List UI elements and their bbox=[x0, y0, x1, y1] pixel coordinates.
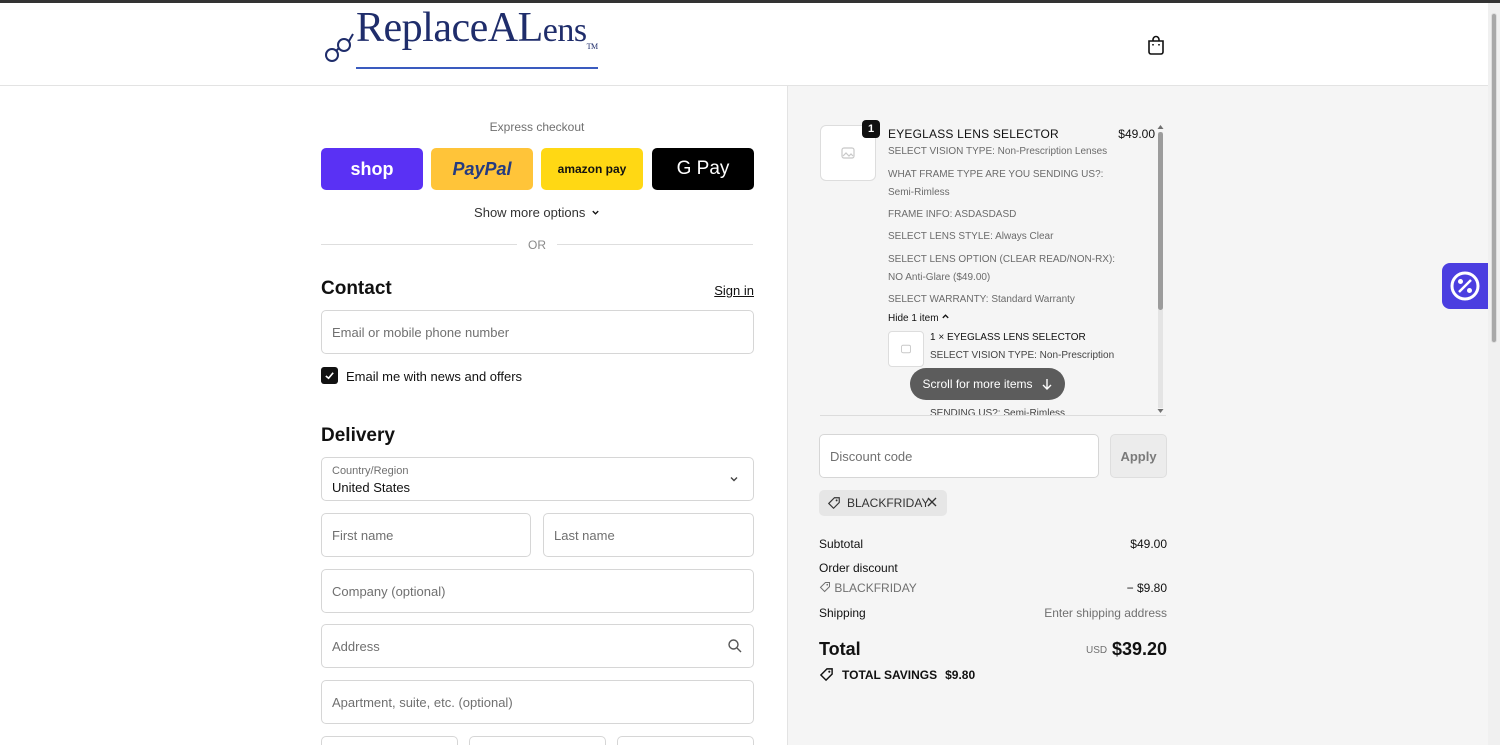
state-select[interactable] bbox=[469, 736, 606, 745]
shipping-value: Enter shipping address bbox=[1044, 606, 1167, 620]
glasses-logo-icon bbox=[325, 33, 354, 62]
total-savings: TOTAL SAVINGS $9.80 bbox=[819, 667, 975, 682]
shop-pay-button[interactable]: shop bbox=[321, 148, 423, 190]
discount-placeholder: Discount code bbox=[830, 449, 913, 464]
company-field[interactable]: Company (optional) bbox=[321, 569, 754, 613]
product-option-line: SELECT LENS STYLE: Always Clear bbox=[888, 231, 1054, 242]
hide-items-toggle[interactable]: Hide 1 item bbox=[888, 312, 950, 324]
shopping-bag-icon[interactable] bbox=[1146, 35, 1166, 55]
total-label: Total bbox=[819, 639, 861, 659]
scroll-down-arrow-icon[interactable] bbox=[1157, 408, 1164, 414]
city-field[interactable] bbox=[321, 736, 458, 745]
order-discount-row: Order discount bbox=[819, 561, 898, 575]
news-offers-label: Email me with news and offers bbox=[346, 369, 523, 384]
replacealens-logo[interactable]: ReplaceALensTM bbox=[324, 7, 598, 69]
delivery-heading: Delivery bbox=[321, 425, 395, 446]
sub-item-thumbnail bbox=[888, 331, 924, 367]
sub-item-title: 1 × EYEGLASS LENS SELECTOR bbox=[930, 332, 1086, 343]
zip-field[interactable] bbox=[617, 736, 754, 745]
scroll-up-arrow-icon[interactable] bbox=[1157, 124, 1164, 130]
last-name-field[interactable]: Last name bbox=[543, 513, 754, 557]
product-option-line: WHAT FRAME TYPE ARE YOU SENDING US?: bbox=[888, 169, 1104, 180]
tag-icon bbox=[827, 497, 840, 510]
email-placeholder: Email or mobile phone number bbox=[332, 325, 510, 340]
image-placeholder-icon bbox=[841, 147, 855, 159]
page-scrollbar[interactable] bbox=[1488, 3, 1500, 745]
subtotal-row: Subtotal $49.00 bbox=[819, 537, 1167, 551]
arrow-down-icon bbox=[1042, 379, 1052, 390]
apply-discount-button[interactable]: Apply bbox=[1110, 434, 1167, 478]
product-option-line: NO Anti-Glare ($49.00) bbox=[888, 272, 991, 283]
scrollbar-thumb[interactable] bbox=[1158, 132, 1163, 310]
paypal-button[interactable]: PayPal bbox=[431, 148, 533, 190]
remove-discount-close-icon[interactable] bbox=[925, 495, 939, 509]
country-label: Country/Region bbox=[332, 465, 409, 477]
percent-badge-icon bbox=[1450, 271, 1480, 301]
product-price: $49.00 bbox=[1118, 127, 1155, 141]
sub-item-option: SELECT VISION TYPE: Non-Prescription bbox=[930, 350, 1115, 361]
site-header: ReplaceALensTM bbox=[0, 3, 1488, 86]
product-option-line: SELECT VISION TYPE: Non-Prescription Len… bbox=[888, 146, 1108, 157]
express-checkout-title: Express checkout bbox=[489, 120, 585, 134]
email-field[interactable]: Email or mobile phone number bbox=[321, 310, 754, 354]
scroll-for-more-items-button[interactable]: Scroll for more items bbox=[910, 368, 1065, 400]
page-scrollbar-thumb[interactable] bbox=[1491, 13, 1497, 343]
sub-item-option: SENDING US?: Semi-Rimless bbox=[930, 408, 1066, 416]
first-name-field[interactable]: First name bbox=[321, 513, 531, 557]
tag-icon bbox=[819, 668, 833, 682]
contact-heading: Contact bbox=[321, 278, 392, 299]
chevron-up-icon bbox=[942, 314, 950, 319]
search-icon bbox=[728, 639, 742, 653]
discount-promo-widget[interactable] bbox=[1442, 263, 1488, 309]
product-title: EYEGLASS LENS SELECTOR bbox=[888, 127, 1059, 141]
applied-discount-chip: BLACKFRIDAY bbox=[819, 490, 947, 516]
product-option-line: FRAME INFO: ASDASDASD bbox=[888, 209, 1017, 220]
country-select[interactable]: Country/Region United States bbox=[321, 457, 754, 501]
discount-value: − $9.80 bbox=[1126, 581, 1167, 595]
show-more-options-link[interactable]: Show more options bbox=[321, 205, 753, 220]
google-pay-button[interactable]: G Pay bbox=[652, 148, 754, 190]
sign-in-link[interactable]: Sign in bbox=[700, 283, 754, 298]
quantity-badge: 1 bbox=[862, 120, 880, 138]
discount-code-row: BLACKFRIDAY − $9.80 bbox=[819, 581, 1167, 595]
product-option-line: SELECT LENS OPTION (CLEAR READ/NON-RX): bbox=[888, 254, 1116, 265]
or-label: OR bbox=[517, 238, 557, 252]
product-option-line: SELECT WARRANTY: Standard Warranty bbox=[888, 294, 1075, 305]
chevron-down-icon bbox=[592, 210, 599, 215]
logo-wordmark: ReplaceALensTM bbox=[356, 7, 598, 69]
chevron-down-icon bbox=[730, 477, 738, 482]
product-option-line: Semi-Rimless bbox=[888, 187, 950, 198]
total-currency: USD bbox=[1086, 645, 1108, 656]
country-value: United States bbox=[332, 480, 411, 495]
discount-code-field[interactable]: Discount code bbox=[819, 434, 1099, 478]
amazon-pay-button[interactable]: amazon pay bbox=[541, 148, 643, 190]
cart-list-scrollbar[interactable] bbox=[1157, 124, 1164, 414]
apartment-field[interactable]: Apartment, suite, etc. (optional) bbox=[321, 680, 754, 724]
image-placeholder-icon bbox=[901, 344, 911, 354]
tag-icon bbox=[819, 582, 830, 593]
total-value: $39.20 bbox=[1111, 639, 1167, 659]
news-offers-checkbox[interactable] bbox=[321, 367, 338, 384]
subtotal-value: $49.00 bbox=[1130, 537, 1167, 551]
checkmark-icon bbox=[325, 372, 334, 380]
address-field[interactable]: Address bbox=[321, 624, 754, 668]
shipping-row: Shipping Enter shipping address bbox=[819, 606, 1167, 620]
